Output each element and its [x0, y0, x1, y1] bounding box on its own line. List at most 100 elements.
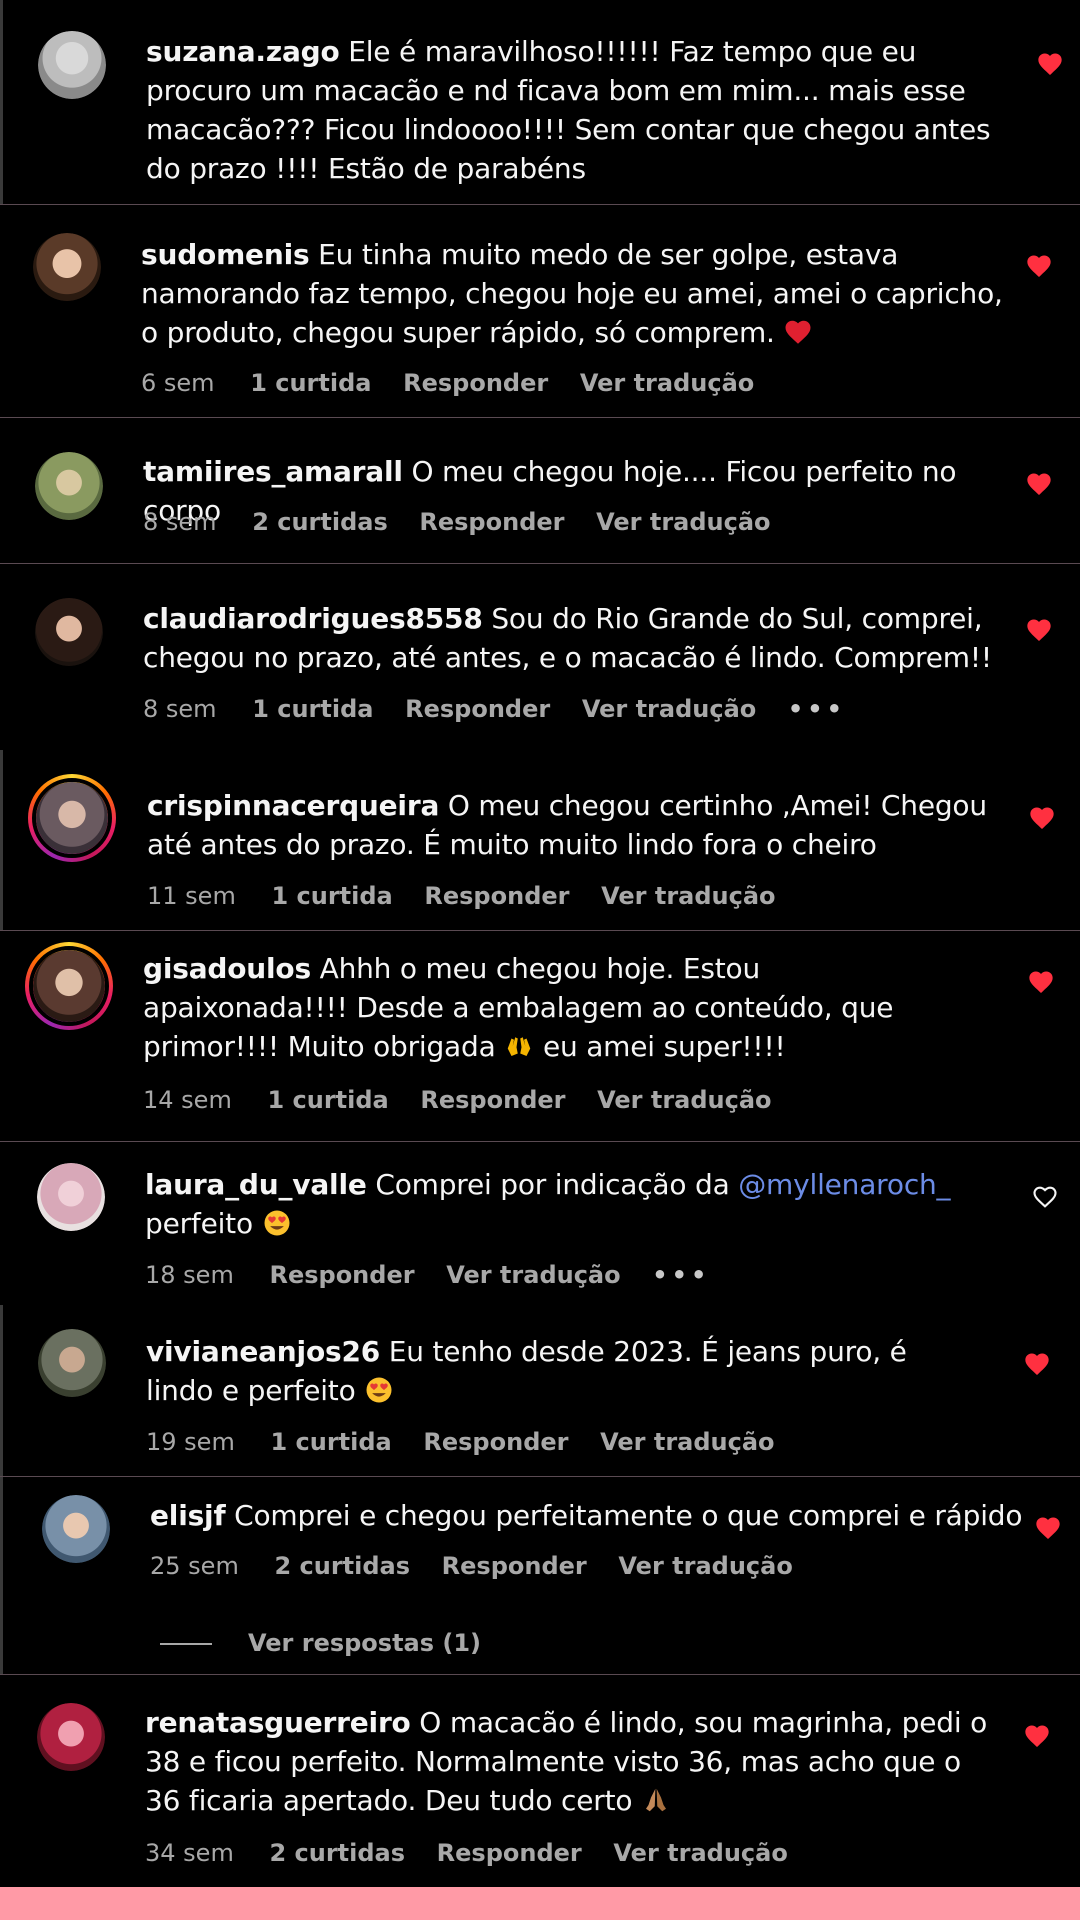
comment-item: claudiarodrigues8558 Sou do Rio Grande d… [0, 564, 1080, 750]
heart-eyes-emoji-icon [264, 1210, 290, 1236]
comment-item: elisjf Comprei e chegou perfeitamente o … [0, 1477, 1080, 1675]
comment-item: renatasguerreiro O macacão é lindo, sou … [0, 1675, 1080, 1887]
comment-body-continued: perfeito [145, 1207, 253, 1240]
reply-button[interactable]: Responder [419, 507, 564, 537]
comment-meta: 8 sem 2 curtidas Responder Ver tradução [143, 507, 795, 537]
translate-button[interactable]: Ver tradução [446, 1260, 620, 1290]
comment-text: crispinnacerqueira O meu chegou certinho… [147, 786, 1007, 864]
reply-button[interactable]: Responder [403, 368, 548, 398]
avatar[interactable] [37, 1163, 105, 1231]
comment-username[interactable]: sudomenis [141, 238, 310, 271]
comment-item: gisadoulos Ahhh o meu chegou hoje. Estou… [0, 931, 1080, 1142]
replies-line [160, 1643, 212, 1645]
comment-likes-count[interactable]: 1 curtida [270, 1427, 391, 1457]
view-replies-label[interactable]: Ver respostas (1) [248, 1629, 481, 1657]
reply-button[interactable]: Responder [269, 1260, 414, 1290]
comment-text: gisadoulos Ahhh o meu chegou hoje. Estou… [143, 949, 943, 1066]
comment-likes-count[interactable]: 1 curtida [252, 694, 373, 724]
avatar[interactable] [38, 1329, 106, 1397]
translate-button[interactable]: Ver tradução [600, 1427, 774, 1457]
avatar[interactable] [37, 1703, 105, 1771]
comment-likes-count[interactable]: 1 curtida [271, 881, 392, 911]
comment-body: Comprei e chegou perfeitamente o que com… [234, 1499, 1023, 1532]
more-options-icon[interactable]: ••• [788, 694, 846, 724]
reply-button[interactable]: Responder [442, 1551, 587, 1581]
reply-button[interactable]: Responder [420, 1085, 565, 1115]
comment-time: 18 sem [145, 1261, 234, 1289]
avatar[interactable] [38, 31, 106, 99]
comment-meta: 11 sem 1 curtida Responder Ver tradução [147, 881, 800, 911]
avatar[interactable] [28, 774, 116, 862]
comment-time: 8 sem [143, 695, 217, 723]
translate-button[interactable]: Ver tradução [601, 881, 775, 911]
comment-username[interactable]: tamiires_amarall [143, 455, 403, 488]
like-heart-outline-icon[interactable] [1031, 1183, 1059, 1211]
comment-username[interactable]: vivianeanjos26 [146, 1335, 380, 1368]
like-heart-icon[interactable] [1034, 1514, 1062, 1542]
heart-eyes-emoji-icon [366, 1377, 392, 1403]
like-heart-icon[interactable] [1028, 804, 1056, 832]
comment-item: laura_du_valle Comprei por indicação da … [0, 1142, 1080, 1305]
comment-time: 11 sem [147, 882, 236, 910]
comment-username[interactable]: suzana.zago [146, 35, 340, 68]
like-heart-icon[interactable] [1025, 252, 1053, 280]
avatar[interactable] [42, 1495, 110, 1563]
comment-time: 34 sem [145, 1839, 234, 1867]
reply-button[interactable]: Responder [424, 881, 569, 911]
comment-item: vivianeanjos26 Eu tenho desde 2023. É je… [0, 1305, 1080, 1477]
comment-meta: 8 sem 1 curtida Responder Ver tradução •… [143, 694, 870, 724]
comment-text: claudiarodrigues8558 Sou do Rio Grande d… [143, 599, 1003, 677]
mention-link[interactable]: @myllenaroch_ [738, 1168, 950, 1201]
translate-button[interactable]: Ver tradução [618, 1551, 792, 1581]
comment-likes-count[interactable]: 2 curtidas [252, 507, 388, 537]
translate-button[interactable]: Ver tradução [580, 368, 754, 398]
translate-button[interactable]: Ver tradução [613, 1838, 787, 1868]
translate-button[interactable]: Ver tradução [596, 507, 770, 537]
story-ring [32, 778, 112, 858]
like-heart-icon[interactable] [1023, 1722, 1051, 1750]
reply-button[interactable]: Responder [423, 1427, 568, 1457]
translate-button[interactable]: Ver tradução [597, 1085, 771, 1115]
comment-likes-count[interactable]: 2 curtidas [269, 1838, 405, 1868]
comment-item: crispinnacerqueira O meu chegou certinho… [0, 750, 1080, 931]
praying-hands-emoji-icon [646, 1788, 666, 1812]
like-heart-icon[interactable] [1027, 968, 1055, 996]
comment-meta: 34 sem 2 curtidas Responder Ver tradução [145, 1838, 812, 1868]
view-replies-button[interactable]: Ver respostas (1) [160, 1628, 481, 1658]
comment-username[interactable]: claudiarodrigues8558 [143, 602, 483, 635]
like-heart-icon[interactable] [1025, 470, 1053, 498]
bottom-color-bar [0, 1887, 1080, 1920]
comment-body: Comprei por indicação da [375, 1168, 730, 1201]
more-options-icon[interactable]: ••• [652, 1260, 710, 1290]
comment-time: 6 sem [141, 369, 215, 397]
avatar[interactable] [35, 452, 103, 520]
comment-likes-count[interactable]: 2 curtidas [274, 1551, 410, 1581]
comment-likes-count[interactable]: 1 curtida [250, 368, 371, 398]
comment-username[interactable]: renatasguerreiro [145, 1706, 411, 1739]
reply-button[interactable]: Responder [405, 694, 550, 724]
avatar[interactable] [35, 598, 103, 666]
comment-likes-count[interactable]: 1 curtida [267, 1085, 388, 1115]
like-heart-icon[interactable] [1025, 616, 1053, 644]
comment-text: suzana.zago Ele é maravilhoso!!!!!! Faz … [146, 32, 1006, 188]
comment-text: elisjf Comprei e chegou perfeitamente o … [150, 1496, 1030, 1535]
translate-button[interactable]: Ver tradução [582, 694, 756, 724]
comment-text: laura_du_valle Comprei por indicação da … [145, 1165, 985, 1243]
like-heart-icon[interactable] [1036, 50, 1064, 78]
comment-text: sudomenis Eu tinha muito medo de ser gol… [141, 235, 1021, 352]
comment-text: vivianeanjos26 Eu tenho desde 2023. É je… [146, 1332, 946, 1410]
story-ring [29, 946, 109, 1026]
comment-username[interactable]: laura_du_valle [145, 1168, 367, 1201]
comment-item: sudomenis Eu tinha muito medo de ser gol… [0, 205, 1080, 418]
avatar[interactable] [33, 233, 101, 301]
raised-hands-emoji-icon [508, 1037, 531, 1056]
comment-username[interactable]: crispinnacerqueira [147, 789, 439, 822]
comment-time: 25 sem [150, 1552, 239, 1580]
comment-meta: 18 sem Responder Ver tradução ••• [145, 1260, 734, 1290]
avatar[interactable] [25, 942, 113, 1030]
like-heart-icon[interactable] [1023, 1350, 1051, 1378]
comment-username[interactable]: gisadoulos [143, 952, 311, 985]
reply-button[interactable]: Responder [437, 1838, 582, 1868]
comment-time: 8 sem [143, 508, 217, 536]
comment-username[interactable]: elisjf [150, 1499, 226, 1532]
